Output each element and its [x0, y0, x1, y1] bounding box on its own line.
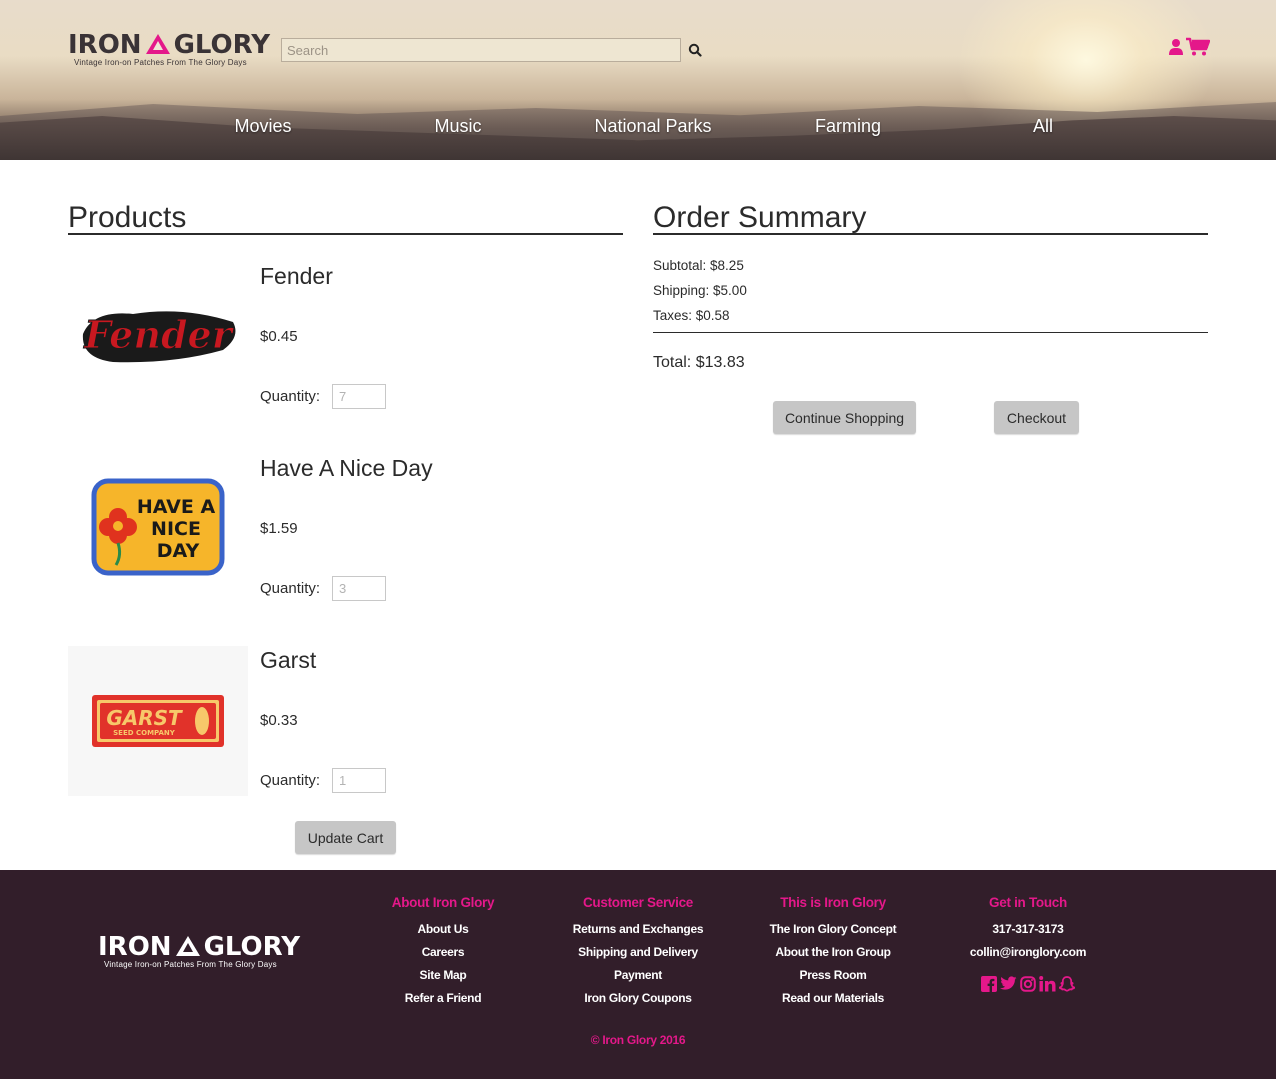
product-name: Have A Nice Day — [260, 455, 433, 481]
quantity-input-have-a-nice-day[interactable] — [332, 576, 386, 601]
product-name: Fender — [260, 263, 333, 289]
nav-item-all[interactable]: All — [1033, 116, 1053, 137]
product-image-fender[interactable]: Fender — [68, 262, 248, 412]
footer-link[interactable]: Iron Glory Coupons — [548, 987, 728, 1010]
product-image-garst[interactable]: GARST SEED COMPANY — [68, 646, 248, 796]
search-icon[interactable] — [688, 43, 704, 59]
footer-link[interactable]: Site Map — [353, 964, 533, 987]
copyright-text: © Iron Glory 2016 — [590, 1033, 686, 1047]
footer-link[interactable]: About Us — [353, 918, 533, 941]
footer-link[interactable]: Careers — [353, 941, 533, 964]
product-price: $1.59 — [260, 520, 298, 537]
product-price: $0.33 — [260, 712, 298, 729]
category-nav: Movies Music National Parks Farming All — [0, 116, 1276, 142]
quantity-input-garst[interactable] — [332, 768, 386, 793]
patch-text-garst: GARST — [106, 706, 183, 730]
total-text: Total: $13.83 — [653, 354, 745, 371]
order-summary-divider — [653, 233, 1208, 235]
email-link[interactable]: collin@ironglory.com — [938, 941, 1118, 964]
footer-column-about: About Iron Glory About Us Careers Site M… — [353, 895, 533, 1010]
logo-word-left: IRON — [68, 30, 142, 60]
site-logo[interactable]: IRON GLORY Vintage Iron-on Patches From … — [68, 30, 270, 67]
shipping-text: Shipping: $5.00 — [653, 283, 747, 298]
order-summary-heading: Order Summary — [653, 201, 867, 234]
taxes-text: Taxes: $0.58 — [653, 308, 730, 323]
logo-triangle-icon — [145, 34, 170, 54]
quantity-label: Quantity: — [260, 580, 321, 597]
instagram-icon[interactable] — [1020, 976, 1036, 997]
footer-link[interactable]: Refer a Friend — [353, 987, 533, 1010]
continue-shopping-button[interactable]: Continue Shopping — [773, 401, 916, 434]
header-icons — [1168, 37, 1211, 62]
footer-heading: This is Iron Glory — [780, 895, 886, 910]
logo-triangle-icon — [175, 936, 200, 956]
footer-column-this-is-iron-glory: This is Iron Glory The Iron Glory Concep… — [743, 895, 923, 1010]
nav-item-national-parks[interactable]: National Parks — [594, 116, 711, 137]
facebook-icon[interactable] — [981, 976, 997, 997]
footer-logo[interactable]: IRON GLORY Vintage Iron-on Patches From … — [98, 932, 300, 969]
nav-item-farming[interactable]: Farming — [815, 116, 881, 137]
footer-link[interactable]: Returns and Exchanges — [548, 918, 728, 941]
footer-link[interactable]: Payment — [548, 964, 728, 987]
products-divider — [68, 233, 623, 235]
quantity-label: Quantity: — [260, 388, 321, 405]
quantity-input-fender[interactable] — [332, 384, 386, 409]
patch-text-fender: Fender — [83, 312, 234, 357]
logo-word-right: GLORY — [173, 30, 271, 60]
quantity-label: Quantity: — [260, 772, 321, 789]
footer-heading: About Iron Glory — [391, 895, 495, 910]
logo-word-right: GLORY — [203, 932, 301, 962]
twitter-icon[interactable] — [1000, 976, 1017, 997]
patch-text-seed-company: SEED COMPANY — [113, 729, 176, 737]
footer-link[interactable]: Shipping and Delivery — [548, 941, 728, 964]
social-links — [938, 976, 1118, 997]
search-input[interactable] — [281, 38, 681, 62]
phone-link[interactable]: 317-317-3173 — [938, 918, 1118, 941]
footer-column-customer-service: Customer Service Returns and Exchanges S… — [548, 895, 728, 1010]
product-price: $0.45 — [260, 328, 298, 345]
total-divider — [653, 332, 1208, 333]
product-image-have-a-nice-day[interactable]: HAVE A NICE DAY — [68, 452, 248, 602]
footer-link[interactable]: Read our Materials — [743, 987, 923, 1010]
footer-link[interactable]: The Iron Glory Concept — [743, 918, 923, 941]
footer-link[interactable]: Press Room — [743, 964, 923, 987]
cart-icon[interactable] — [1186, 37, 1211, 62]
subtotal-text: Subtotal: $8.25 — [653, 258, 744, 273]
patch-text-line-1: HAVE A — [137, 496, 216, 518]
site-footer: IRON GLORY Vintage Iron-on Patches From … — [0, 870, 1276, 1079]
products-heading: Products — [68, 201, 187, 234]
update-cart-button[interactable]: Update Cart — [295, 821, 396, 854]
checkout-button[interactable]: Checkout — [994, 401, 1079, 434]
nav-item-movies[interactable]: Movies — [234, 116, 291, 137]
patch-text-line-3: DAY — [157, 540, 200, 562]
linkedin-icon[interactable] — [1039, 976, 1056, 997]
user-icon[interactable] — [1168, 38, 1184, 61]
footer-heading: Customer Service — [582, 895, 693, 910]
snapchat-icon[interactable] — [1058, 976, 1076, 997]
nav-item-music[interactable]: Music — [434, 116, 481, 137]
logo-tagline: Vintage Iron-on Patches From The Glory D… — [104, 960, 277, 969]
footer-column-get-in-touch: Get in Touch 317-317-3173 collin@ironglo… — [938, 895, 1118, 997]
logo-tagline: Vintage Iron-on Patches From The Glory D… — [74, 58, 247, 67]
patch-text-line-2: NICE — [151, 518, 201, 540]
product-name: Garst — [260, 647, 317, 673]
footer-heading: Get in Touch — [989, 895, 1067, 910]
logo-word-left: IRON — [98, 932, 172, 962]
site-header: IRON GLORY Vintage Iron-on Patches From … — [0, 0, 1276, 160]
footer-link[interactable]: About the Iron Group — [743, 941, 923, 964]
